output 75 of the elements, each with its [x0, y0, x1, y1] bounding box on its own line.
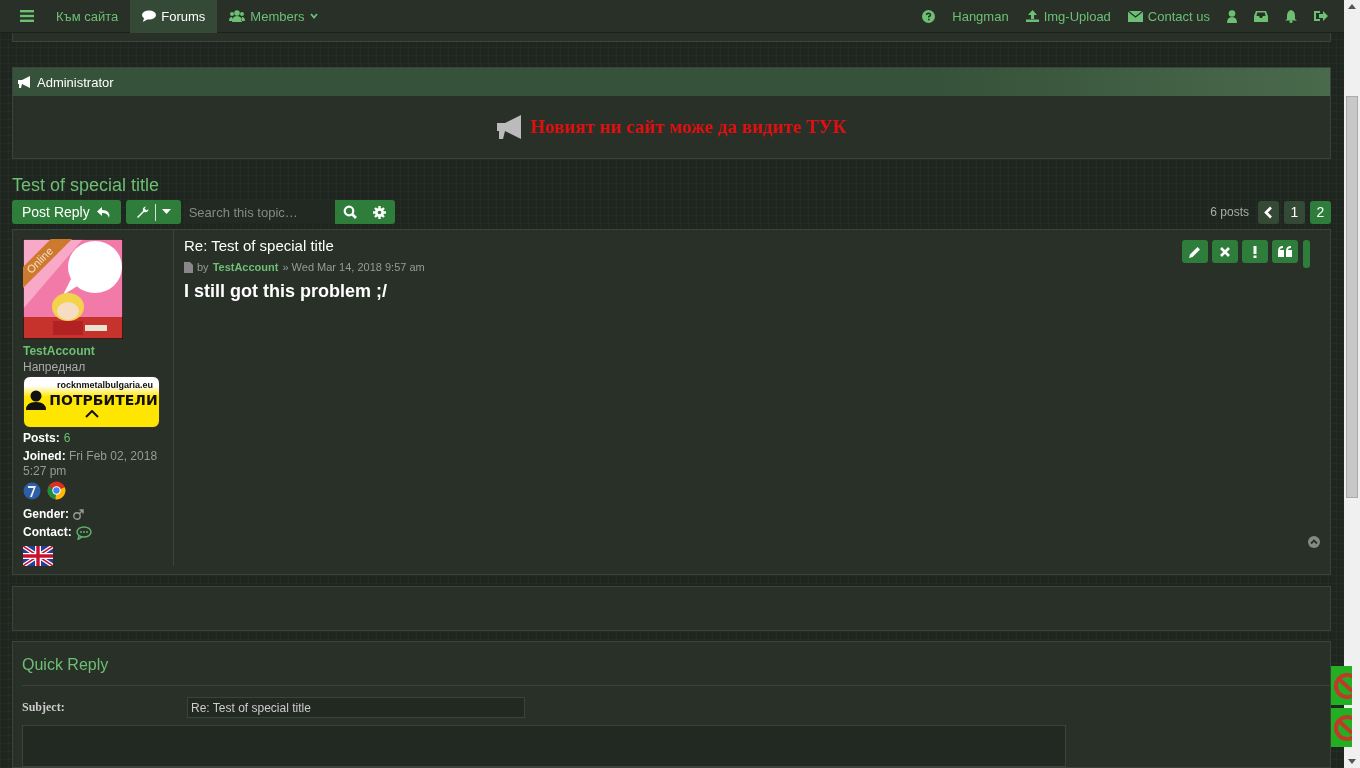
wrench-icon: [135, 205, 149, 219]
posts-label: Posts:: [23, 431, 60, 447]
tools-dropdown-button[interactable]: [125, 200, 181, 225]
exclamation-icon: [1253, 245, 1257, 258]
speech-bubble-icon: [142, 10, 157, 22]
chevron-left-icon: [1264, 205, 1273, 219]
nav-link[interactable]: Hangman: [952, 8, 1009, 24]
report-button[interactable]: [1242, 240, 1268, 264]
reply-arrow-icon: [96, 206, 111, 218]
megaphone-icon: [18, 76, 32, 89]
pencil-icon: [1189, 245, 1201, 258]
scrollbar[interactable]: [1344, 0, 1360, 768]
gender-label: Gender:: [23, 507, 69, 523]
nav-link[interactable]: Img-Upload: [1025, 8, 1111, 24]
quick-reply-title: Quick Reply: [22, 656, 1330, 686]
inbox-icon[interactable]: [1254, 10, 1268, 22]
announcement-title: Administrator: [37, 74, 114, 90]
logout-icon[interactable]: [1314, 10, 1328, 22]
help-icon[interactable]: [922, 9, 936, 23]
menu-icon[interactable]: [20, 10, 34, 22]
prohibited-icon: [1331, 672, 1352, 699]
subject-field[interactable]: Re: Test of special title: [187, 697, 525, 718]
nav-link[interactable]: Contact us: [1127, 8, 1210, 24]
close-icon: [1220, 246, 1230, 257]
author-link[interactable]: TestAccount: [212, 261, 279, 274]
contact-label: Contact:: [23, 525, 72, 541]
browser-logo-icon: [47, 481, 66, 501]
delete-button[interactable]: [1212, 240, 1238, 264]
chevron-up-icon: [84, 410, 99, 419]
upload-icon: [1025, 10, 1039, 22]
post-reply-button[interactable]: Post Reply: [12, 200, 121, 225]
post-body: I still got this problem ;/: [184, 281, 388, 303]
nav-tab[interactable]: Forums: [130, 0, 218, 33]
chat-bubble-icon[interactable]: [75, 525, 92, 540]
quote-button[interactable]: [1272, 240, 1298, 264]
search-button[interactable]: [334, 200, 365, 225]
posts-count-link[interactable]: 6: [63, 431, 71, 447]
post-count: 6 posts: [1210, 205, 1249, 220]
search-icon: [342, 205, 357, 220]
caret-icon: [309, 13, 318, 19]
envelope-icon: [1127, 10, 1143, 22]
scroll-up-icon[interactable]: [1348, 3, 1356, 9]
scrollbar-thumb[interactable]: [1346, 96, 1358, 498]
scroll-down-icon[interactable]: [1348, 759, 1356, 765]
post-subject[interactable]: Re: Test of special title: [184, 237, 425, 255]
nav-tab[interactable]: Към сайта: [44, 0, 131, 33]
user-rank: Напреднал: [23, 360, 86, 375]
person-silhouette-icon: [25, 390, 48, 411]
flag-icon: [23, 546, 53, 567]
prohibited-icon: [1331, 714, 1352, 741]
nav-tab[interactable]: Members: [217, 0, 330, 33]
post-by-label: by: [197, 261, 209, 274]
previous-page-button[interactable]: [1258, 200, 1279, 224]
rank-badge: rocknmetalbulgaria.eu ПОТРБИТЕЛИ: [23, 376, 160, 429]
search-field[interactable]: Search this topic…: [184, 200, 335, 225]
topic-title[interactable]: Test of special title: [12, 175, 1331, 197]
username-link[interactable]: TestAccount: [23, 344, 95, 359]
document-icon[interactable]: [184, 261, 193, 273]
user-icon[interactable]: [1227, 9, 1237, 23]
post-date: » Wed Mar 14, 2018 9:57 am: [282, 261, 425, 274]
settings-icon: [373, 205, 387, 219]
caret-icon: [161, 209, 171, 216]
page-button[interactable]: 1: [1284, 200, 1305, 224]
bell-icon[interactable]: [1285, 9, 1297, 23]
edit-button[interactable]: [1182, 240, 1208, 264]
post-options-bar[interactable]: [1303, 240, 1310, 269]
back-to-top-icon[interactable]: [1308, 536, 1320, 549]
page-button[interactable]: 2: [1310, 200, 1331, 224]
subject-label: Subject:: [22, 700, 66, 715]
male-symbol-icon: [73, 509, 84, 521]
settings-button[interactable]: [364, 200, 395, 225]
quote-icon: [1278, 246, 1292, 258]
joined-info: Joined: Fri Feb 02, 2018 5:27 pm: [23, 449, 159, 480]
windows-logo-icon: [23, 481, 41, 500]
people-icon: [229, 10, 246, 22]
